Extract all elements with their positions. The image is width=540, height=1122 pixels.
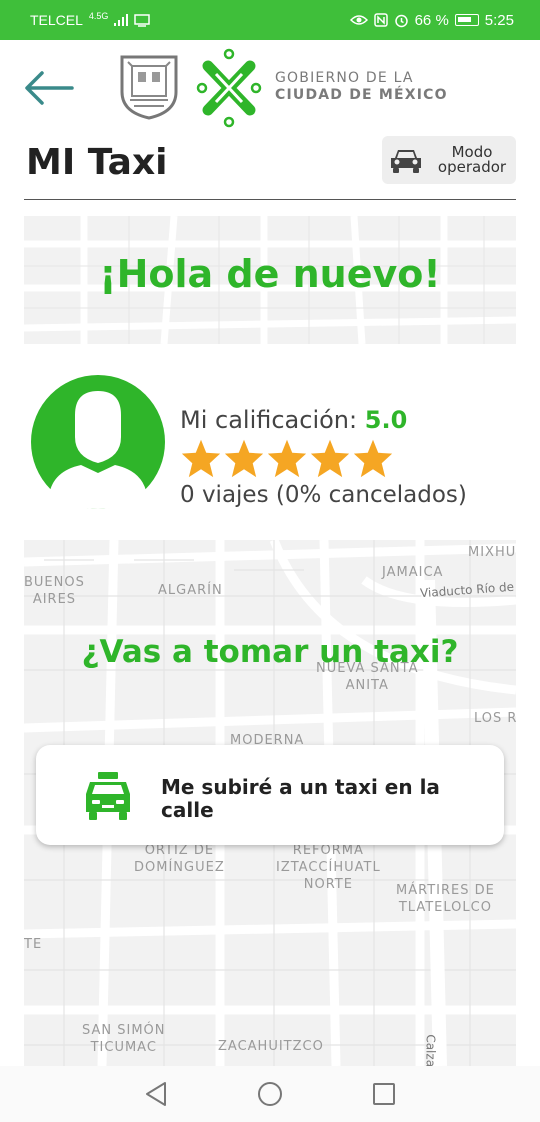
coat-of-arms-icon — [120, 55, 178, 120]
greeting-text: ¡Hola de nuevo! — [99, 252, 441, 296]
nav-recents-button[interactable] — [366, 1076, 402, 1112]
clock: 5:25 — [484, 11, 514, 29]
mode-label-line-2: operador — [437, 158, 507, 176]
map-label-buenos-aires: BUENOS AIRES — [24, 575, 85, 607]
app-header: GOBIERNO DE LA CIUDAD DE MÉXICO — [0, 40, 540, 135]
street-taxi-label: Me subiré a un taxi en la calle — [161, 775, 440, 822]
signal-icon — [114, 14, 129, 26]
screen-icon — [134, 13, 151, 27]
map-label-algarin: ALGARÍN — [158, 583, 223, 598]
taxi-question: ¿Vas a tomar un taxi? — [81, 634, 459, 670]
nav-home-button[interactable] — [252, 1076, 288, 1112]
rating-line: Mi calificación: 5.0 — [180, 406, 407, 434]
operator-mode-button[interactable]: Modo operador — [382, 136, 516, 184]
battery-icon — [454, 14, 479, 26]
map-label-san-simon-ticumac: SAN SIMÓN TICUMAC — [82, 1023, 166, 1055]
carrier-label: TELCEL — [30, 12, 83, 28]
nfc-icon — [373, 13, 388, 27]
government-line-1: GOBIERNO DE LA — [275, 70, 414, 86]
star-icon — [310, 439, 350, 478]
greeting-banner: ¡Hola de nuevo! — [24, 216, 516, 344]
star-icon — [353, 439, 393, 478]
rating-value: 5.0 — [364, 406, 408, 434]
star-icon — [181, 439, 221, 478]
map-label-jamaica: JAMAICA — [382, 565, 444, 580]
status-right: 66 % 5:25 — [349, 11, 514, 29]
government-line-2: CIUDAD DE MÉXICO — [275, 87, 448, 103]
back-button[interactable] — [22, 68, 76, 108]
cdmx-logo-icon — [196, 48, 262, 128]
map-label-reforma-iztaccihuatl: REFORMA IZTACCÍHUATL NORTE — [276, 843, 381, 892]
network-label: 4.5G — [88, 11, 109, 21]
page-title: MI Taxi — [26, 142, 168, 183]
nav-back-button[interactable] — [138, 1076, 174, 1112]
eye-icon — [349, 15, 368, 25]
taxi-icon — [86, 772, 130, 820]
map-label-los-r: LOS R — [474, 711, 516, 726]
map-panel: MIXHU JAMAICA BUENOS AIRES ALGARÍN Viadu… — [24, 540, 516, 1066]
alarm-icon — [394, 14, 408, 27]
map-label-te: TE — [24, 937, 43, 952]
car-icon — [391, 150, 421, 173]
circle-home-icon — [258, 1082, 282, 1106]
trips-summary: 0 viajes (0% cancelados) — [180, 482, 467, 508]
square-recents-icon — [373, 1083, 395, 1105]
government-name: GOBIERNO DE LA CIUDAD DE MÉXICO — [275, 70, 448, 104]
street-taxi-option[interactable]: Me subiré a un taxi en la calle — [36, 745, 504, 845]
star-icon — [267, 439, 307, 478]
map-label-martires-de-tlatelolco: MÁRTIRES DE TLATELOLCO — [396, 883, 495, 915]
status-left: TELCEL 4.5G — [30, 11, 151, 28]
map-label-zacahuitzco: ZACAHUITZCO — [218, 1039, 324, 1054]
operator-mode-label: Modo operador — [432, 145, 512, 175]
map-label-mixhu: MIXHU — [468, 545, 516, 560]
arrow-left-icon — [25, 71, 74, 105]
title-row: MI Taxi Modo operador — [24, 136, 516, 200]
rating-label: Mi calificación: — [180, 406, 358, 434]
system-nav-bar — [0, 1066, 540, 1122]
avatar-icon — [31, 375, 165, 509]
map-label-ortiz-de-dominguez: ORTIZ DE DOMÍNGUEZ — [134, 843, 225, 875]
rating-stars — [180, 438, 394, 478]
star-icon — [224, 439, 264, 478]
battery-percent: 66 % — [414, 11, 449, 29]
status-bar: TELCEL 4.5G 66 % 5:25 — [0, 0, 540, 40]
app-screen: TELCEL 4.5G 66 % 5:25 GOBIERNO DE LA CIU… — [0, 0, 540, 1122]
map-label-calzada: Calzad — [423, 1034, 438, 1066]
triangle-back-icon — [146, 1082, 166, 1106]
